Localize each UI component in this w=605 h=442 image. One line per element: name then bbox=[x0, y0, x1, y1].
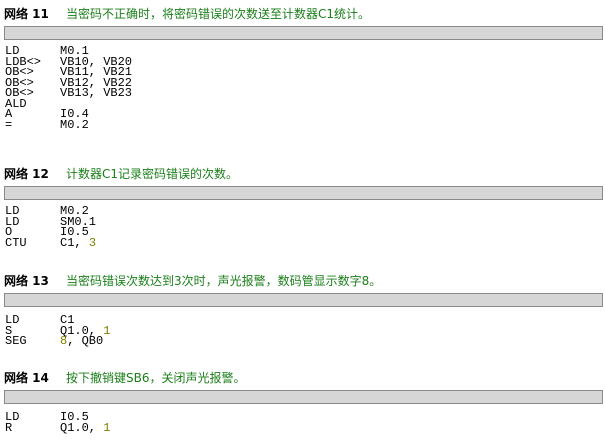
instruction: = bbox=[5, 117, 13, 132]
instruction: R bbox=[5, 420, 13, 435]
constant-value: 1 bbox=[103, 323, 111, 338]
operand: 8, QB0 bbox=[60, 334, 104, 348]
network-title-box[interactable] bbox=[4, 293, 603, 307]
network-11: 网络 11 当密码不正确时，将密码错误的次数送至计数器C1统计。 LD M0.1 … bbox=[0, 6, 605, 130]
network-comment[interactable]: 计数器C1记录密码错误的次数。 bbox=[66, 166, 238, 182]
operand: M0.2 bbox=[60, 117, 89, 132]
network-label: 网络 11 bbox=[4, 7, 49, 21]
network-label: 网络 14 bbox=[4, 371, 49, 385]
network-14: 网络 14 按下撤销键SB6，关闭声光报警。 LD I0.5 R Q1.0, 1 bbox=[0, 370, 605, 434]
operand: VB13, VB23 bbox=[60, 86, 133, 100]
instruction: SEG bbox=[5, 334, 27, 348]
instruction: CTU bbox=[5, 235, 27, 250]
operand-text: , QB0 bbox=[67, 334, 104, 348]
operand: Q1.0, 1 bbox=[60, 420, 111, 435]
network-12: 网络 12 计数器C1记录密码错误的次数。 LD M0.2 LD SM0.1 O I0… bbox=[0, 166, 605, 249]
network-label: 网络 13 bbox=[4, 274, 49, 288]
network-label: 网络 12 bbox=[4, 167, 49, 181]
network-comment[interactable]: 按下撤销键SB6，关闭声光报警。 bbox=[66, 370, 246, 386]
network-comment[interactable]: 当密码不正确时，将密码错误的次数送至计数器C1统计。 bbox=[66, 6, 370, 22]
network-title-box[interactable] bbox=[4, 26, 603, 40]
network-13: 网络 13 当密码错误次数达到3次时，声光报警，数码管显示数字8。 LD C1 S… bbox=[0, 273, 605, 347]
network-comment[interactable]: 当密码错误次数达到3次时，声光报警，数码管显示数字8。 bbox=[66, 273, 381, 289]
network-title-box[interactable] bbox=[4, 390, 603, 404]
operand-text: C1, bbox=[60, 235, 89, 250]
constant-value: 1 bbox=[103, 420, 111, 435]
constant-value: 3 bbox=[88, 235, 97, 250]
network-title-box[interactable] bbox=[4, 186, 603, 200]
operand: C1, 3 bbox=[60, 235, 97, 250]
operand-text: Q1.0, bbox=[60, 420, 104, 435]
